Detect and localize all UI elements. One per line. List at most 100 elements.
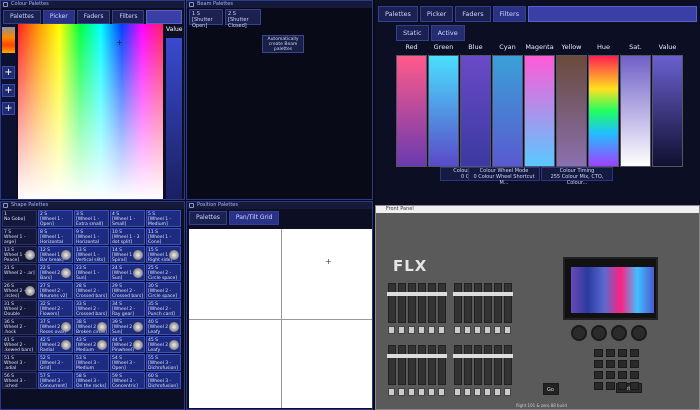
shape-palette-cell[interactable]: 3 S [Wheel 1 - Extra small]: [74, 210, 109, 227]
shape-palette-cell[interactable]: 28 S [Wheel 2 - Crossed bars]: [74, 282, 109, 299]
position-crosshair-icon[interactable]: +: [325, 257, 332, 266]
tab-faders[interactable]: Faders: [76, 10, 111, 24]
playback-fader[interactable]: [427, 283, 437, 323]
keypad-button[interactable]: [606, 371, 615, 379]
shape-palette-cell[interactable]: 35 S [Wheel 2 - Punch card]: [146, 300, 181, 317]
keypad-button[interactable]: [630, 382, 639, 390]
playback-button[interactable]: [464, 326, 471, 334]
auto-create-beam-button[interactable]: Automatically create Beam palettes: [262, 35, 304, 53]
keypad-button[interactable]: [618, 371, 627, 379]
console-touchscreen[interactable]: [563, 257, 658, 320]
keypad-button[interactable]: [594, 349, 603, 357]
shape-palette-cell[interactable]: 21 S Wheel 2 - .ar]: [2, 264, 37, 281]
shape-palette-cell[interactable]: 14 S [Wheel 1 - Spiral]: [110, 246, 145, 263]
playback-fader[interactable]: [463, 283, 473, 323]
mixer-tab-palettes[interactable]: Palettes: [378, 6, 418, 22]
go-button[interactable]: Go: [543, 383, 559, 395]
playback-fader[interactable]: [427, 345, 437, 385]
playback-button[interactable]: [484, 326, 491, 334]
playback-fader[interactable]: [483, 283, 493, 323]
keypad-button[interactable]: [594, 382, 603, 390]
keypad-button[interactable]: [594, 371, 603, 379]
playback-button[interactable]: [438, 326, 445, 334]
playback-button[interactable]: [474, 388, 481, 396]
shape-palette-cell[interactable]: 40 S[Wheel 2 - Leafy breakup]: [146, 318, 181, 335]
playback-fader[interactable]: [473, 345, 483, 385]
playback-fader[interactable]: [493, 345, 503, 385]
tab-palettes[interactable]: Palettes: [3, 10, 41, 24]
shape-palette-cell[interactable]: 8 S[Wheel 1 - Horizontal bar]: [38, 228, 73, 245]
playback-button[interactable]: [388, 388, 395, 396]
shape-palette-cell[interactable]: 24 S [Wheel 1 - Sun]: [110, 264, 145, 281]
shutter-open-button[interactable]: 1 S [Shutter Open]: [189, 9, 223, 29]
playback-button[interactable]: [454, 326, 461, 334]
shape-palette-cell[interactable]: 59 S [Wheel 3 - Concentric]: [110, 372, 145, 389]
shape-palette-cell[interactable]: 15 S [Wheel 1 - Right side]: [146, 246, 181, 263]
shape-palette-cell[interactable]: 10 S [Wheel 1 - 3 dot split]: [110, 228, 145, 245]
shape-palette-cell[interactable]: 58 S [Wheel 3 - On the rocks]: [74, 372, 109, 389]
playback-button[interactable]: [494, 326, 501, 334]
shape-palette-cell[interactable]: 51 SWheel 3 - .adial breakup]: [2, 354, 37, 371]
keypad-button[interactable]: [606, 349, 615, 357]
colour-swatch[interactable]: [2, 27, 15, 53]
playback-button[interactable]: [398, 326, 405, 334]
shape-palette-cell[interactable]: 39 S [Wheel 2 - Sun]: [110, 318, 145, 335]
shape-palette-cell[interactable]: 31 SWheel 2 - Double Circle]: [2, 300, 37, 317]
shape-palette-cell[interactable]: 60 S [Wheel 3 - Dichrofusion]: [146, 372, 181, 389]
playback-fader[interactable]: [493, 283, 503, 323]
keypad-button[interactable]: [606, 382, 615, 390]
shape-palette-cell[interactable]: 2 S [Wheel 1 - Open]: [38, 210, 73, 227]
playback-fader[interactable]: [387, 283, 397, 323]
shape-palette-cell[interactable]: 56 SWheel 3 - .iched waves]: [2, 372, 37, 389]
playback-fader[interactable]: [417, 345, 427, 385]
playback-button[interactable]: [504, 326, 511, 334]
playback-button[interactable]: [438, 388, 445, 396]
shape-palette-cell[interactable]: 7 S Wheel 1 - arge]: [2, 228, 37, 245]
shape-palette-cell[interactable]: 27 S [Wheel 2 - Neurons v2]: [38, 282, 73, 299]
encoder-knob-4[interactable]: [631, 325, 647, 341]
playback-button[interactable]: [494, 388, 501, 396]
shape-palette-cell[interactable]: 29 S [Wheel 2 - Crossed bars]: [110, 282, 145, 299]
playback-button[interactable]: [428, 388, 435, 396]
playback-button[interactable]: [504, 388, 511, 396]
encoder-knob-1[interactable]: [571, 325, 587, 341]
shape-palette-cell[interactable]: 32 S [Wheel 2 - Flowers]: [38, 300, 73, 317]
playback-fader[interactable]: [397, 283, 407, 323]
shape-palette-cell[interactable]: 41 S Wheel 2 - .kewed bars]: [2, 336, 37, 353]
playback-fader[interactable]: [503, 345, 513, 385]
mixer-fader[interactable]: [396, 55, 427, 167]
mixer-tab-picker[interactable]: Picker: [419, 6, 454, 22]
shape-palette-cell[interactable]: 37 S [Wheel 2 - Roses oval]: [38, 318, 73, 335]
mixer-tab-faders[interactable]: Faders: [455, 6, 491, 22]
mixer-fader[interactable]: [620, 55, 651, 167]
shape-palette-cell[interactable]: 9 S[Wheel 1 - Horizontal slits]: [74, 228, 109, 245]
tab-position-palettes[interactable]: Palettes: [189, 211, 227, 225]
shape-palette-cell[interactable]: 33 S [Wheel 2 - Crossed bars]: [74, 300, 109, 317]
shutter-closed-button[interactable]: 2 S [Shutter Closed]: [225, 9, 261, 29]
shape-palette-cell[interactable]: 42 S[Wheel 2 - Radial breakup]: [38, 336, 73, 353]
encoder-knob-3[interactable]: [611, 325, 627, 341]
playback-button[interactable]: [408, 326, 415, 334]
mixer-fader[interactable]: [492, 55, 523, 167]
shape-palette-cell[interactable]: 57 S [Wheel 3 - Concurrent]: [38, 372, 73, 389]
playback-fader[interactable]: [407, 345, 417, 385]
add-colour-button-1[interactable]: +: [2, 66, 15, 79]
playback-fader[interactable]: [453, 345, 463, 385]
keypad-button[interactable]: [618, 349, 627, 357]
playback-button[interactable]: [418, 326, 425, 334]
mixer-fader[interactable]: [460, 55, 491, 167]
shape-palette-cell[interactable]: 13 S Wheel 1 - Peace]: [2, 246, 37, 263]
mixer-tab-filters[interactable]: Filters: [492, 6, 527, 22]
picker-crosshair-icon[interactable]: +: [116, 38, 123, 47]
colour-spectrum-picker[interactable]: [18, 24, 163, 199]
shape-palette-cell[interactable]: 30 S [Wheel 2 - Circle space]: [146, 282, 181, 299]
tab-filters[interactable]: Filters: [112, 10, 145, 24]
shape-palette-cell[interactable]: 54 S [Wheel 3 - Open]: [110, 354, 145, 371]
pan-tilt-grid[interactable]: +: [189, 229, 372, 408]
keypad-button[interactable]: [618, 382, 627, 390]
tab-pan-tilt-grid[interactable]: Pan/Tilt Grid: [228, 211, 280, 225]
shape-palette-cell[interactable]: 25 S [Wheel 2 - Circle space]: [146, 264, 181, 281]
shape-palette-cell[interactable]: 55 S [Wheel 3 - Dichrofusion]: [146, 354, 181, 371]
playback-button[interactable]: [408, 388, 415, 396]
playback-fader[interactable]: [417, 283, 427, 323]
